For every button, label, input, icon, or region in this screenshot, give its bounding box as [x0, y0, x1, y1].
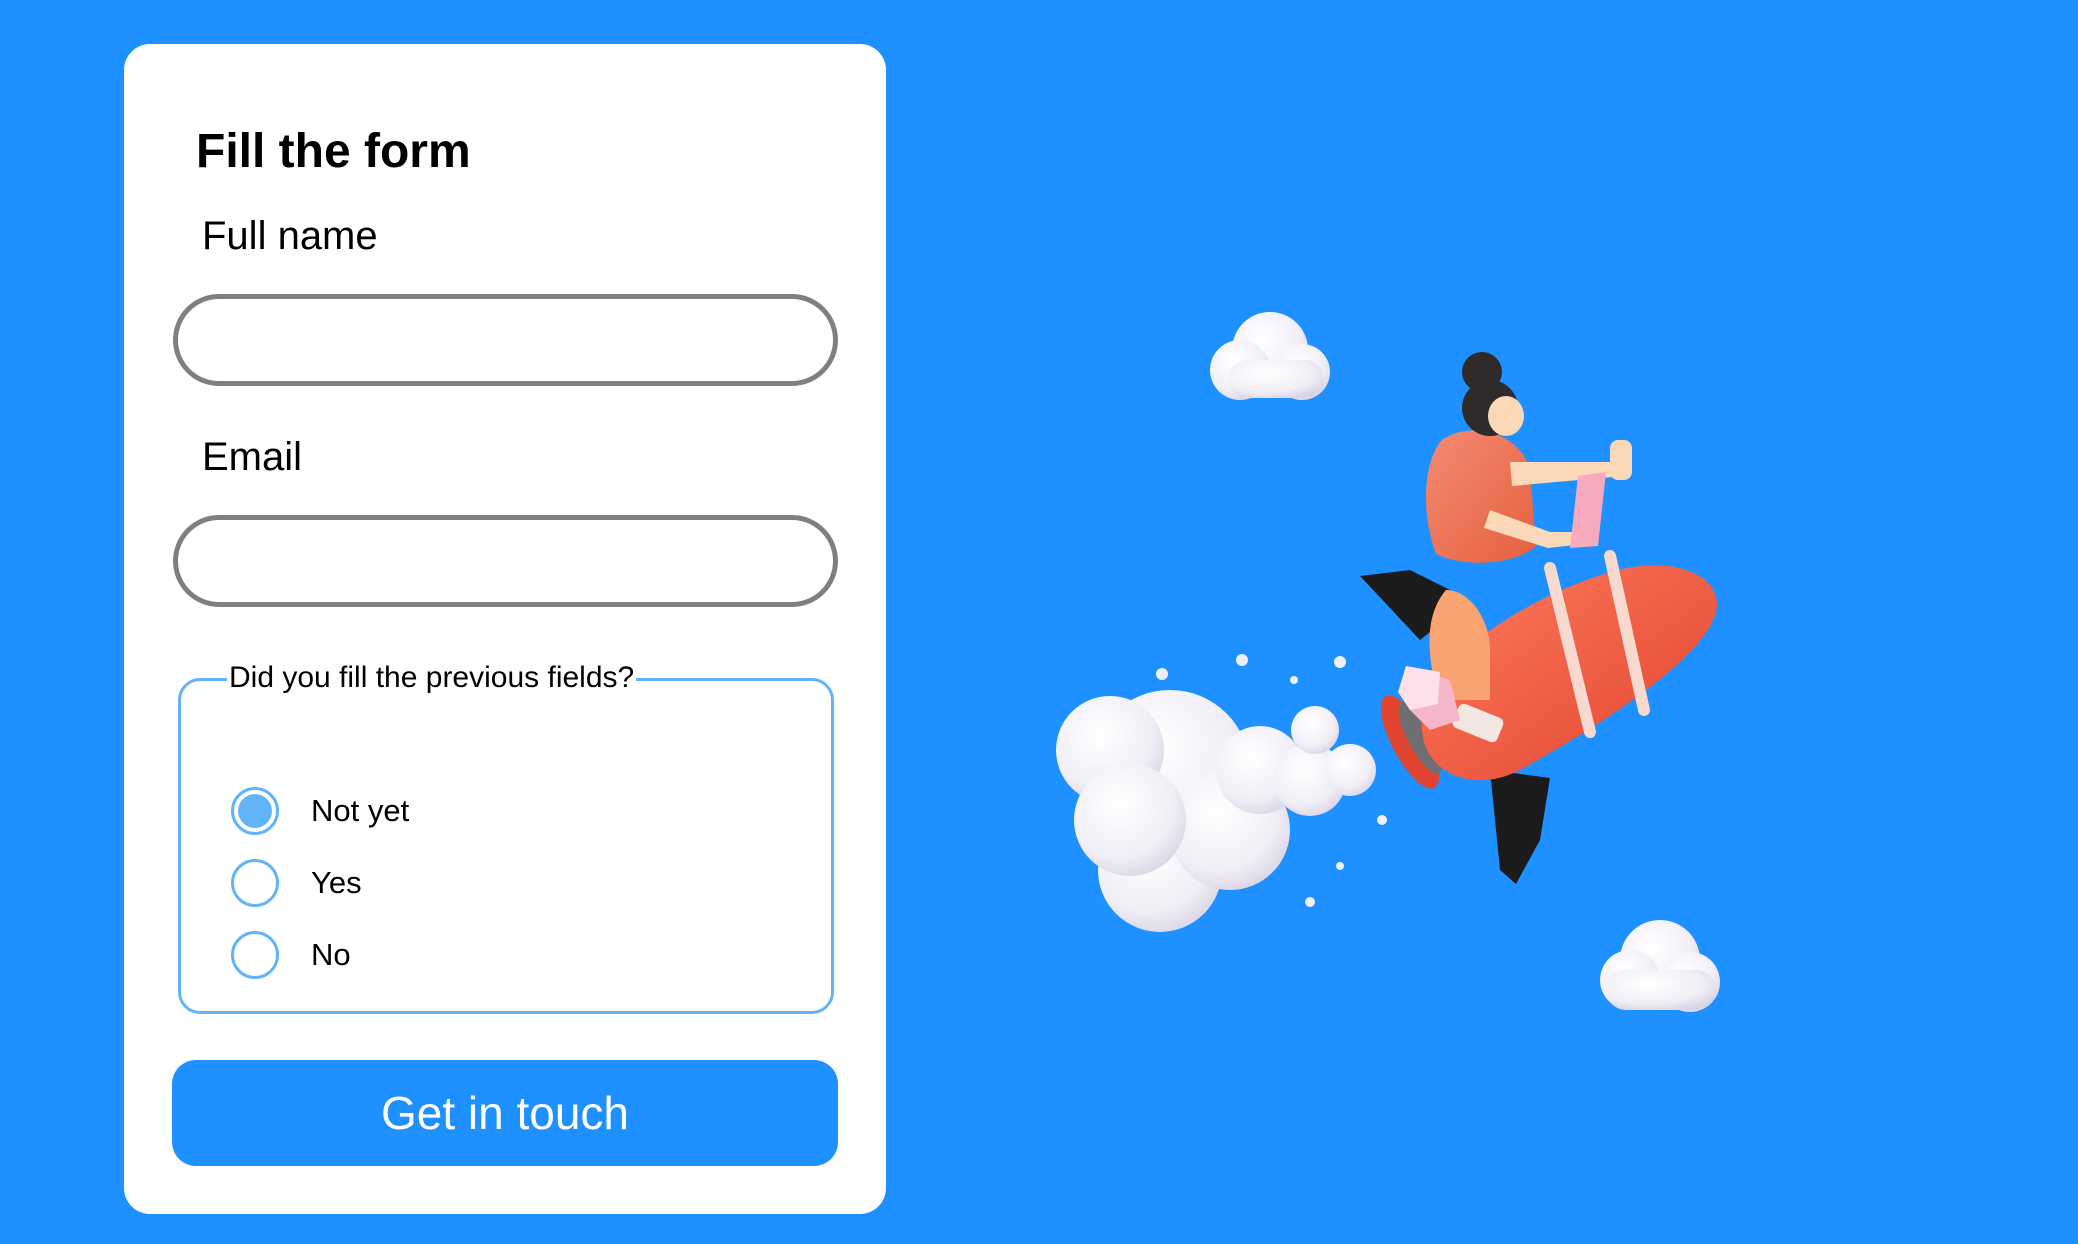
radio-option-no[interactable]: No	[231, 931, 351, 979]
email-label: Email	[202, 435, 303, 479]
radio-option-yes[interactable]: Yes	[231, 859, 362, 907]
email-input[interactable]	[173, 515, 838, 607]
small-cloud-top	[1210, 312, 1330, 400]
radio-label-yes: Yes	[311, 865, 362, 900]
form-title: Fill the form	[196, 125, 471, 178]
radio-option-not-yet[interactable]: Not yet	[231, 787, 409, 835]
page: Fill the form Full name Email Did you fi…	[0, 0, 2078, 1244]
question-legend: Did you fill the previous fields?	[227, 661, 637, 695]
full-name-input[interactable]	[173, 294, 838, 386]
contact-form-card: Fill the form Full name Email Did you fi…	[124, 44, 886, 1214]
exhaust-cloud	[1056, 654, 1387, 932]
radio-selected-dot	[238, 794, 272, 828]
rocket-wing-bottom	[1490, 770, 1550, 884]
filled-fields-question-group: Did you fill the previous fields? Not ye…	[178, 661, 834, 1014]
radio-button-not-yet[interactable]	[231, 787, 279, 835]
full-name-label: Full name	[202, 214, 378, 258]
radio-button-yes[interactable]	[231, 859, 279, 907]
radio-label-no: No	[311, 937, 351, 972]
rocket-rider-illustration	[1056, 312, 1720, 1012]
radio-button-no[interactable]	[231, 931, 279, 979]
get-in-touch-button[interactable]: Get in touch	[172, 1060, 838, 1166]
radio-label-not-yet: Not yet	[311, 793, 410, 828]
small-cloud-bottom	[1600, 920, 1720, 1012]
